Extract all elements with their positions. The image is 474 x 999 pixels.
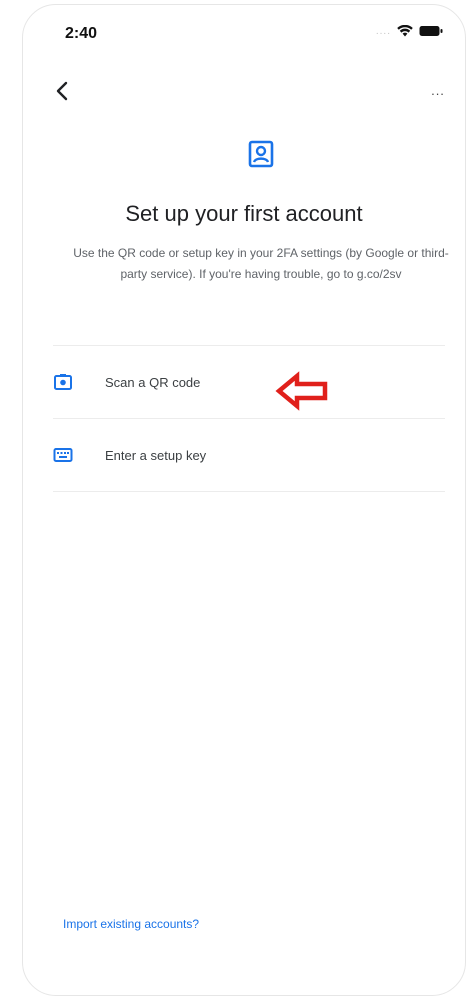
- option-label: Enter a setup key: [105, 447, 207, 463]
- battery-icon: [419, 26, 443, 36]
- more-options-button[interactable]: ...: [425, 79, 451, 103]
- page-title: Set up your first account: [125, 201, 363, 226]
- camera-icon: [54, 374, 72, 390]
- option-label: Scan a QR code: [105, 374, 201, 390]
- enter-setup-key-option[interactable]: Enter a setup key: [23, 419, 465, 491]
- wifi-icon: [397, 25, 413, 37]
- keyboard-icon: [53, 448, 73, 462]
- setup-options: Scan a QR code Enter a setup key: [23, 345, 465, 492]
- setup-description: Use the QR code or setup key in your 2FA…: [73, 246, 449, 281]
- nav-bar: ...: [23, 71, 465, 111]
- divider: [53, 491, 445, 492]
- status-icons: ....: [376, 25, 443, 37]
- status-time: 2:40: [65, 25, 98, 42]
- phone-frame: 2:40 .... ... Set up your first account …: [22, 4, 466, 996]
- chevron-left-icon[interactable]: [49, 77, 77, 105]
- red-arrow-icon: [275, 371, 328, 411]
- signal-dots: ....: [375, 25, 391, 37]
- import-accounts-link[interactable]: Import existing accounts?: [63, 917, 199, 931]
- scan-qr-code-option[interactable]: Scan a QR code: [23, 346, 465, 418]
- status-bar: 2:40 ....: [23, 5, 465, 65]
- account-badge-icon: [248, 140, 274, 168]
